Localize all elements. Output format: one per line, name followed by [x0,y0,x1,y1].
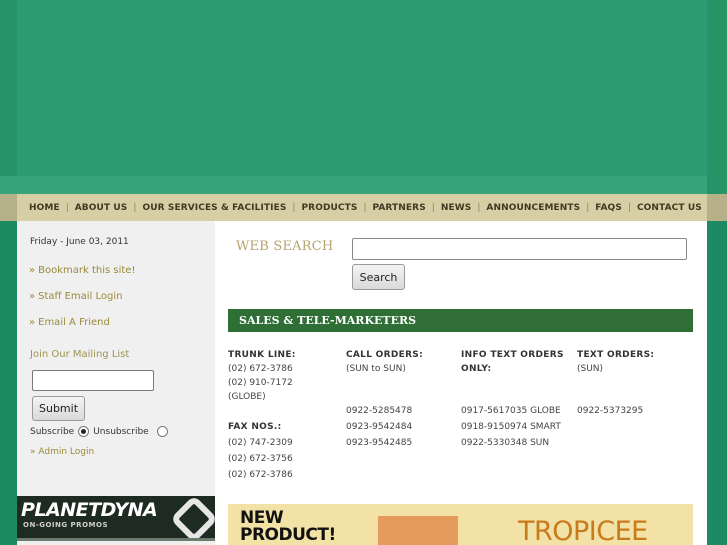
mailing-list-email-input[interactable] [32,370,154,391]
trunk-line-note: (GLOBE) [228,392,266,402]
nav-contact-us[interactable]: CONTACT US [637,203,702,213]
bookmark-link[interactable]: » Bookmark this site! [29,265,135,276]
sidebar: Friday - June 03, 2011 » Bookmark this si… [17,221,215,545]
info-text-orders-heading-2: ONLY: [461,364,492,374]
left-gutter [0,221,17,545]
nav-about-us[interactable]: ABOUT US [75,203,128,213]
promo-banner[interactable]: PLANETDYNA ON-GOING PROMOS [17,496,215,541]
nav-partners[interactable]: PARTNERS [373,203,426,213]
email-friend-label: Email A Friend [38,317,110,328]
trunk-line-number: (02) 672-3786 [228,364,293,374]
subscribe-radio[interactable] [78,426,90,437]
call-orders-column: CALL ORDERS: (SUN to SUN) 0922-5285478 0… [346,348,456,450]
nav-announcements[interactable]: ANNOUNCEMENTS [486,203,580,213]
nav-products[interactable]: PRODUCTS [301,203,357,213]
nav-separator: | [363,202,367,213]
unsubscribe-label: Unsubscribe [93,426,149,437]
info-text-orders-column: INFO TEXT ORDERS ONLY: 0917-5617035 GLOB… [461,348,581,450]
main-navigation: HOME | ABOUT US | OUR SERVICES & FACILIT… [0,194,727,221]
fax-number: (02) 672-3786 [228,470,293,480]
fax-heading: FAX NOS.: [228,422,282,432]
info-text-number: 0918-9150974 SMART [461,422,561,432]
mailing-list-title: Join Our Mailing List [30,349,130,360]
current-date: Friday - June 03, 2011 [30,237,129,247]
fax-number: (02) 747-2309 [228,438,293,448]
promo-logo-text: PLANETDYNA [21,499,158,521]
text-orders-column: TEXT ORDERS: (SUN) 0922-5373295 [577,348,697,418]
nav-separator: | [431,202,435,213]
product-banner[interactable]: NEW PRODUCT! TROPICEE [228,504,693,545]
search-button[interactable]: Search [352,264,405,290]
arrow-icon: » [29,265,36,276]
text-orders-schedule: (SUN) [577,364,604,374]
nav-home[interactable]: HOME [29,203,60,213]
mailing-submit-button[interactable]: Submit [32,396,85,421]
fax-number: (02) 672-3756 [228,454,293,464]
unsubscribe-radio[interactable] [156,426,168,437]
text-order-number: 0922-5373295 [577,406,644,416]
call-order-number: 0923-9542484 [346,422,413,432]
nav-news[interactable]: NEWS [441,203,472,213]
trunk-line-number: (02) 910-7172 [228,378,293,388]
header-banner [17,0,707,176]
banner-new-product-text: NEW PRODUCT! [240,510,336,544]
call-order-number: 0922-5285478 [346,406,413,416]
info-text-number: 0922-5330348 SUN [461,438,550,448]
trunk-line-heading: TRUNK LINE: [228,350,296,360]
subscribe-label: Subscribe [30,426,75,437]
arrow-icon: » [29,291,36,302]
header-side-right [707,0,727,194]
nav-separator: | [627,202,631,213]
trunk-fax-column: TRUNK LINE: (02) 672-3786 (02) 910-7172 … [228,348,338,482]
banner-product: PRODUCT! [240,525,336,545]
call-orders-heading: CALL ORDERS: [346,350,423,360]
info-text-orders-heading: INFO TEXT ORDERS [461,350,564,360]
web-search-label: WEB SEARCH [236,239,334,254]
subscription-options: Subscribe Unsubscribe [30,426,172,437]
banner-brand-text: TROPICEE [518,516,648,545]
header-band [0,176,727,194]
navigation-bar: HOME | ABOUT US | OUR SERVICES & FACILIT… [17,194,707,221]
nav-separator: | [477,202,481,213]
call-order-number: 0923-9542485 [346,438,413,448]
web-search-input[interactable] [352,238,687,260]
arrow-icon: » [29,317,36,328]
promo-strip [17,538,215,541]
right-gutter [707,221,727,545]
staff-email-label: Staff Email Login [38,291,123,302]
nav-faqs[interactable]: FAQs [595,203,622,213]
email-friend-link[interactable]: » Email A Friend [29,317,110,328]
nav-separator: | [133,202,137,213]
nav-services[interactable]: OUR SERVICES & FACILITIES [142,203,286,213]
text-orders-heading: TEXT ORDERS: [577,350,655,360]
site-header [0,0,727,194]
bookmark-label: Bookmark this site! [38,265,136,276]
nav-separator: | [292,202,296,213]
info-text-number: 0917-5617035 GLOBE [461,406,561,416]
call-orders-schedule: (SUN to SUN) [346,364,406,374]
staff-email-link[interactable]: » Staff Email Login [29,291,123,302]
sales-section-header: SALES & TELE-MARKETERS [228,309,693,332]
banner-product-image [378,516,458,545]
nav-separator: | [65,202,69,213]
admin-login-link[interactable]: » Admin Login [30,447,94,457]
main-content: WEB SEARCH Search SALES & TELE-MARKETERS… [215,221,707,545]
promo-subtitle: ON-GOING PROMOS [23,521,108,529]
nav-separator: | [586,202,590,213]
dyna-logo-icon [169,496,215,541]
header-side-left [0,0,17,194]
